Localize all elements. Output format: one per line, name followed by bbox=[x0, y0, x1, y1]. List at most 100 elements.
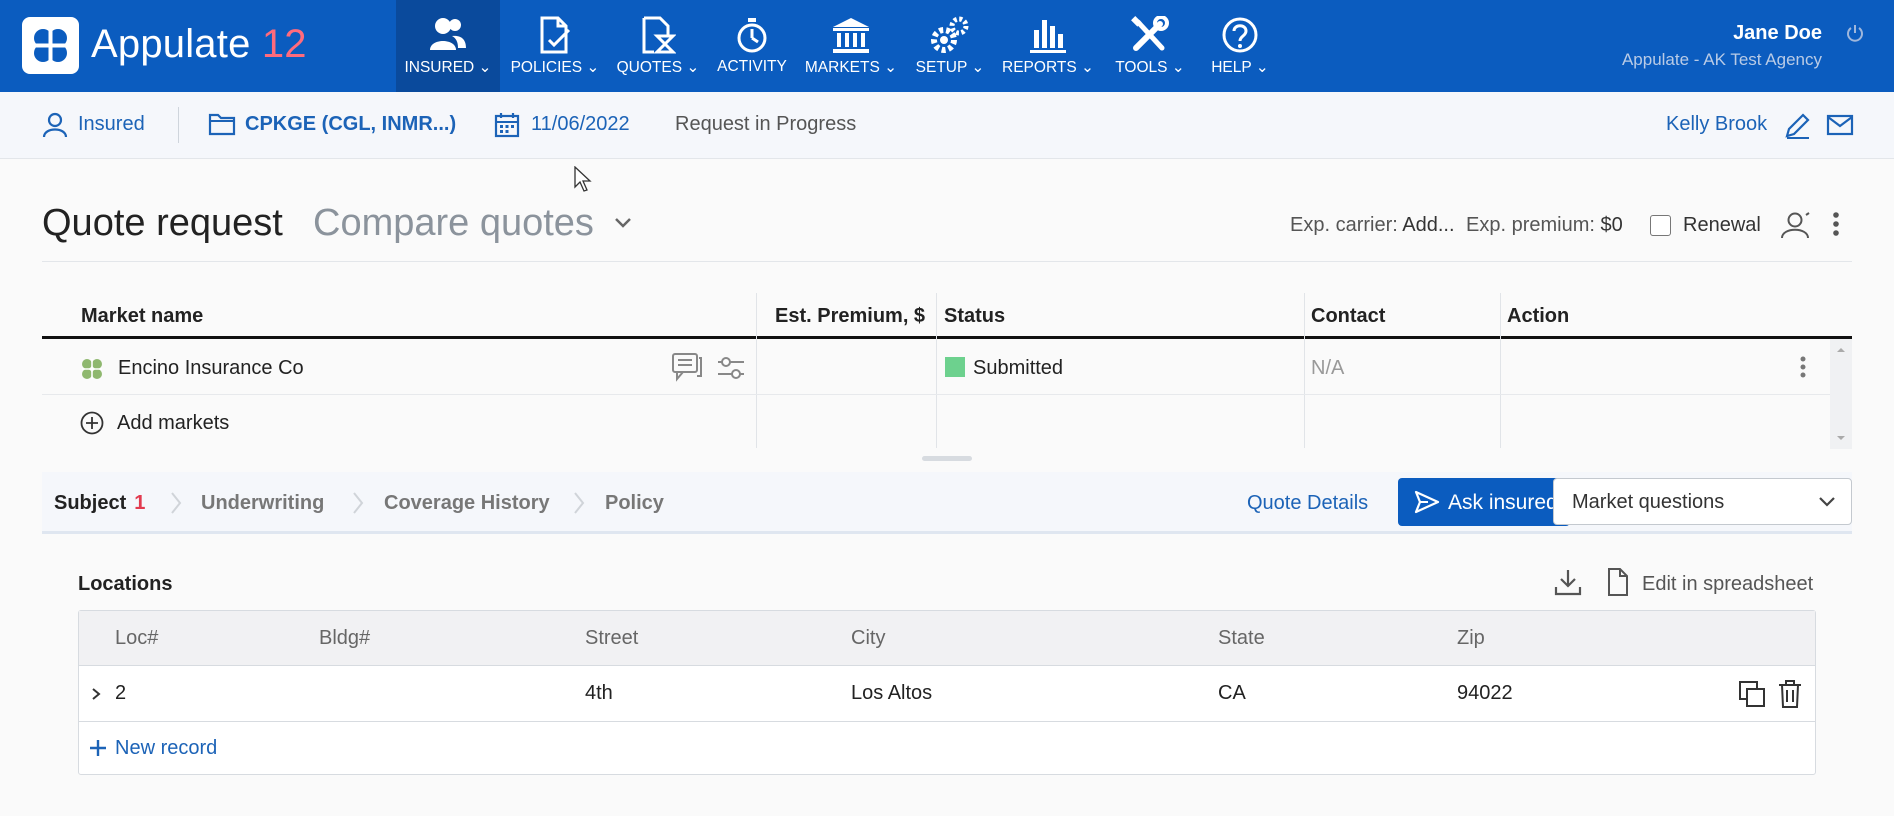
chat-icon[interactable] bbox=[671, 352, 703, 382]
divider bbox=[178, 107, 179, 143]
status-indicator bbox=[945, 357, 965, 377]
insured-link[interactable]: Insured bbox=[42, 112, 145, 138]
request-status: Request in Progress bbox=[675, 113, 857, 135]
renewal-label: Renewal bbox=[1683, 214, 1761, 236]
locations-table: Loc# Bldg# Street City State Zip 2 4th L… bbox=[78, 610, 1816, 775]
column-header-premium[interactable]: Est. Premium, $ bbox=[775, 305, 925, 328]
step-policy[interactable]: Policy bbox=[605, 492, 664, 515]
column-header-action[interactable]: Action bbox=[1507, 305, 1569, 328]
column-header-city[interactable]: City bbox=[851, 627, 885, 650]
contact-value: N/A bbox=[1311, 357, 1345, 379]
resize-handle[interactable] bbox=[922, 456, 972, 461]
chevron-down-icon[interactable] bbox=[612, 212, 634, 234]
nav-policies[interactable]: POLICIES ⌄ bbox=[505, 0, 605, 92]
agency-name: Appulate - AK Test Agency bbox=[1621, 50, 1822, 69]
market-name[interactable]: Encino Insurance Co bbox=[118, 357, 304, 380]
sliders-icon[interactable] bbox=[716, 354, 746, 382]
new-record-button[interactable]: New record bbox=[115, 737, 217, 760]
scroll-up-icon[interactable] bbox=[1836, 347, 1846, 353]
expand-chevron-icon[interactable] bbox=[91, 687, 101, 701]
divider bbox=[42, 261, 1852, 262]
document-icon[interactable] bbox=[1606, 567, 1630, 597]
pencil-icon[interactable] bbox=[1783, 112, 1811, 140]
step-underwriting[interactable]: Underwriting bbox=[201, 492, 324, 515]
nav-help[interactable]: HELP ⌄ bbox=[1202, 0, 1278, 92]
assign-user-icon[interactable] bbox=[1778, 211, 1812, 239]
more-vertical-icon[interactable] bbox=[1832, 211, 1840, 237]
gears-icon bbox=[931, 16, 969, 53]
more-vertical-icon[interactable] bbox=[1799, 355, 1807, 379]
users-icon bbox=[430, 18, 466, 50]
quote-details-link[interactable]: Quote Details bbox=[1247, 492, 1368, 515]
divider bbox=[756, 293, 757, 448]
header-divider bbox=[42, 336, 1852, 339]
column-header-market[interactable]: Market name bbox=[81, 305, 203, 328]
column-header-contact[interactable]: Contact bbox=[1311, 305, 1385, 328]
page-title: Quote request bbox=[42, 202, 283, 244]
column-header-status[interactable]: Status bbox=[944, 305, 1005, 328]
bank-icon bbox=[833, 18, 869, 53]
scroll-down-icon[interactable] bbox=[1836, 435, 1846, 441]
exp-carrier[interactable]: Exp. carrier: Add... bbox=[1290, 214, 1455, 237]
divider bbox=[936, 293, 937, 448]
renewal-checkbox[interactable] bbox=[1650, 215, 1671, 236]
view-selector[interactable]: Compare quotes bbox=[313, 202, 594, 245]
exp-premium[interactable]: Exp. premium: $0 bbox=[1466, 214, 1623, 237]
column-header-state[interactable]: State bbox=[1218, 627, 1265, 650]
context-bar: Insured CPKGE (CGL, INMR...) 11/06/2022 … bbox=[0, 92, 1894, 159]
chevron-down-icon bbox=[1819, 497, 1835, 507]
policy-document-icon bbox=[540, 16, 571, 54]
user-name[interactable]: Jane Doe bbox=[1733, 22, 1822, 45]
help-circle-icon bbox=[1222, 17, 1258, 53]
divider bbox=[1500, 293, 1501, 448]
user-icon bbox=[42, 112, 68, 138]
download-icon[interactable] bbox=[1553, 567, 1583, 597]
chevron-right-icon bbox=[574, 492, 585, 514]
chevron-right-icon bbox=[171, 492, 182, 514]
appulate-logo-icon[interactable] bbox=[22, 17, 79, 74]
brand-name: Appulate 12 bbox=[91, 22, 307, 66]
bar-chart-icon bbox=[1030, 20, 1066, 53]
step-coverage-history[interactable]: Coverage History bbox=[384, 492, 550, 515]
nav-insured[interactable]: INSURED ⌄ bbox=[396, 0, 500, 92]
market-questions-select[interactable]: Market questions bbox=[1553, 478, 1852, 525]
column-header-street[interactable]: Street bbox=[585, 627, 638, 650]
nav-quotes[interactable]: QUOTES ⌄ bbox=[612, 0, 704, 92]
cell-street: 4th bbox=[585, 682, 613, 704]
policy-link[interactable]: CPKGE (CGL, INMR...) bbox=[208, 113, 456, 136]
column-header-zip[interactable]: Zip bbox=[1457, 627, 1485, 650]
edit-in-spreadsheet-link[interactable]: Edit in spreadsheet bbox=[1642, 573, 1813, 596]
table-row[interactable]: 2 4th Los Altos CA 94022 bbox=[79, 666, 1815, 722]
nav-tools[interactable]: TOOLS ⌄ bbox=[1110, 0, 1190, 92]
scrollbar[interactable] bbox=[1830, 339, 1852, 449]
table-header: Loc# Bldg# Street City State Zip bbox=[79, 611, 1815, 666]
quote-hourglass-icon bbox=[642, 16, 676, 54]
locations-title: Locations bbox=[78, 573, 173, 595]
nav-reports[interactable]: REPORTS ⌄ bbox=[998, 0, 1098, 92]
nav-markets[interactable]: MARKETS ⌄ bbox=[802, 0, 900, 92]
copy-icon[interactable] bbox=[1738, 680, 1766, 708]
column-header-bldg[interactable]: Bldg# bbox=[319, 627, 370, 650]
nav-setup[interactable]: SETUP ⌄ bbox=[912, 0, 988, 92]
add-markets-button[interactable]: Add markets bbox=[117, 412, 229, 435]
wrench-screwdriver-icon bbox=[1131, 16, 1169, 51]
folder-icon bbox=[208, 113, 236, 136]
power-icon[interactable] bbox=[1846, 24, 1864, 42]
top-navigation-bar: Appulate 12 INSURED ⌄ POLICIES ⌄ QUOTES … bbox=[0, 0, 1894, 92]
cell-loc: 2 bbox=[115, 682, 127, 704]
plus-icon[interactable] bbox=[89, 739, 107, 757]
chevron-right-icon bbox=[353, 492, 364, 514]
contact-link[interactable]: Kelly Brook bbox=[1666, 113, 1767, 136]
send-icon bbox=[1414, 490, 1440, 514]
mail-icon[interactable] bbox=[1826, 114, 1854, 136]
effective-date[interactable]: 11/06/2022 bbox=[494, 113, 630, 138]
nav-activity[interactable]: ACTIVITY bbox=[712, 0, 792, 92]
column-header-loc[interactable]: Loc# bbox=[115, 627, 158, 650]
ask-insured-button[interactable]: Ask insured bbox=[1398, 478, 1570, 526]
mouse-cursor-icon bbox=[574, 166, 592, 192]
step-subject[interactable]: Subject 1 bbox=[54, 492, 145, 515]
trash-icon[interactable] bbox=[1777, 679, 1803, 709]
cell-zip: 94022 bbox=[1457, 682, 1513, 704]
cell-state: CA bbox=[1218, 682, 1246, 704]
add-circle-icon[interactable] bbox=[80, 411, 104, 435]
